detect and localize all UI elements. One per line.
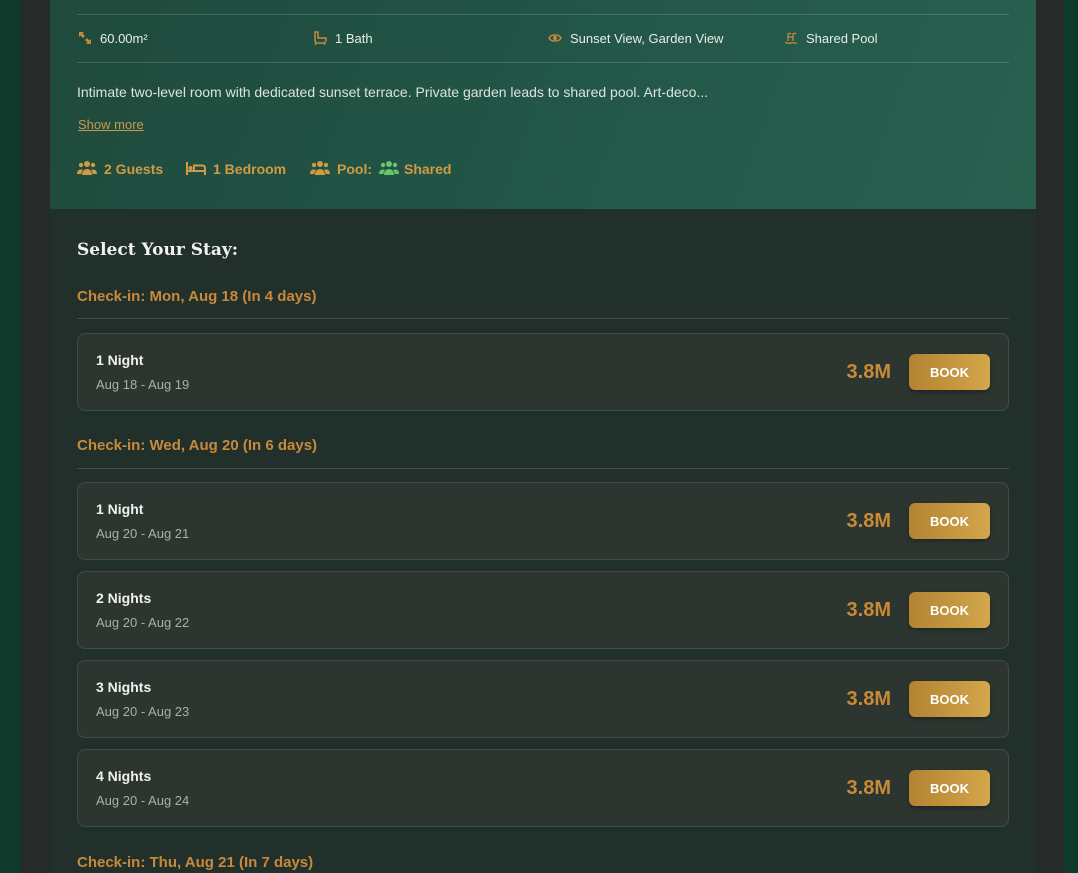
stay-dates: Aug 20 - Aug 21 — [96, 526, 190, 541]
book-button[interactable]: BOOK — [909, 770, 990, 806]
stay-dates: Aug 20 - Aug 23 — [96, 704, 190, 719]
stay-option: 4 Nights Aug 20 - Aug 24 3.8M BOOK — [77, 749, 1009, 827]
stay-nights: 1 Night — [96, 352, 144, 368]
select-stay-heading: Select Your Stay: — [77, 240, 239, 260]
stay-dates: Aug 18 - Aug 19 — [96, 377, 190, 392]
eye-icon — [548, 34, 562, 42]
area-icon — [79, 32, 91, 44]
guests-info: 2 Guests — [77, 160, 163, 177]
pool-info: Pool: Shared — [310, 160, 451, 177]
checkin-heading: Check-in: Wed, Aug 20 (In 6 days) — [77, 437, 318, 454]
book-button[interactable]: BOOK — [909, 592, 990, 628]
stay-price: 3.8M — [846, 777, 891, 799]
stay-dates: Aug 20 - Aug 22 — [96, 615, 190, 630]
stay-option: 3 Nights Aug 20 - Aug 23 3.8M BOOK — [77, 660, 1009, 738]
divider — [77, 468, 1009, 469]
stay-nights: 2 Nights — [96, 590, 152, 606]
room-card: 60.00m² 1 Bath Sunset View, Garden View … — [50, 0, 1036, 873]
bedroom-info: 1 Bedroom — [186, 160, 286, 177]
shared-users-icon — [379, 161, 399, 175]
stay-price: 3.8M — [846, 688, 891, 710]
checkin-heading: Check-in: Mon, Aug 18 (In 4 days) — [77, 288, 317, 305]
stay-option: 1 Night Aug 20 - Aug 21 3.8M BOOK — [77, 482, 1009, 560]
stay-option: 1 Night Aug 18 - Aug 19 3.8M BOOK — [77, 333, 1009, 411]
stay-nights: 1 Night — [96, 501, 144, 517]
room-details-header: 60.00m² 1 Bath Sunset View, Garden View … — [50, 0, 1036, 209]
amenity-bath: 1 Bath — [313, 29, 373, 47]
pool-ladder-icon — [784, 32, 798, 44]
bath-icon — [314, 31, 327, 45]
bed-icon — [186, 162, 206, 175]
room-description: Intimate two-level room with dedicated s… — [77, 84, 709, 100]
checkin-heading: Check-in: Thu, Aug 21 (In 7 days) — [77, 854, 314, 871]
divider — [77, 318, 1009, 319]
pool-shared-badge: Shared — [379, 160, 451, 177]
book-button[interactable]: BOOK — [909, 503, 990, 539]
stay-nights: 3 Nights — [96, 679, 152, 695]
stay-price: 3.8M — [846, 599, 891, 621]
book-button[interactable]: BOOK — [909, 354, 990, 390]
stay-nights: 4 Nights — [96, 768, 152, 784]
divider — [77, 14, 1009, 15]
stay-option: 2 Nights Aug 20 - Aug 22 3.8M BOOK — [77, 571, 1009, 649]
amenity-area: 60.00m² — [78, 29, 148, 47]
users-icon — [77, 161, 97, 175]
stay-dates: Aug 20 - Aug 24 — [96, 793, 190, 808]
stay-price: 3.8M — [846, 361, 891, 383]
amenity-view: Sunset View, Garden View — [548, 29, 723, 47]
show-more-link[interactable]: Show more — [78, 117, 144, 132]
users-icon — [310, 161, 330, 175]
divider — [77, 62, 1009, 63]
amenity-pool: Shared Pool — [784, 29, 878, 47]
stay-price: 3.8M — [846, 510, 891, 532]
book-button[interactable]: BOOK — [909, 681, 990, 717]
